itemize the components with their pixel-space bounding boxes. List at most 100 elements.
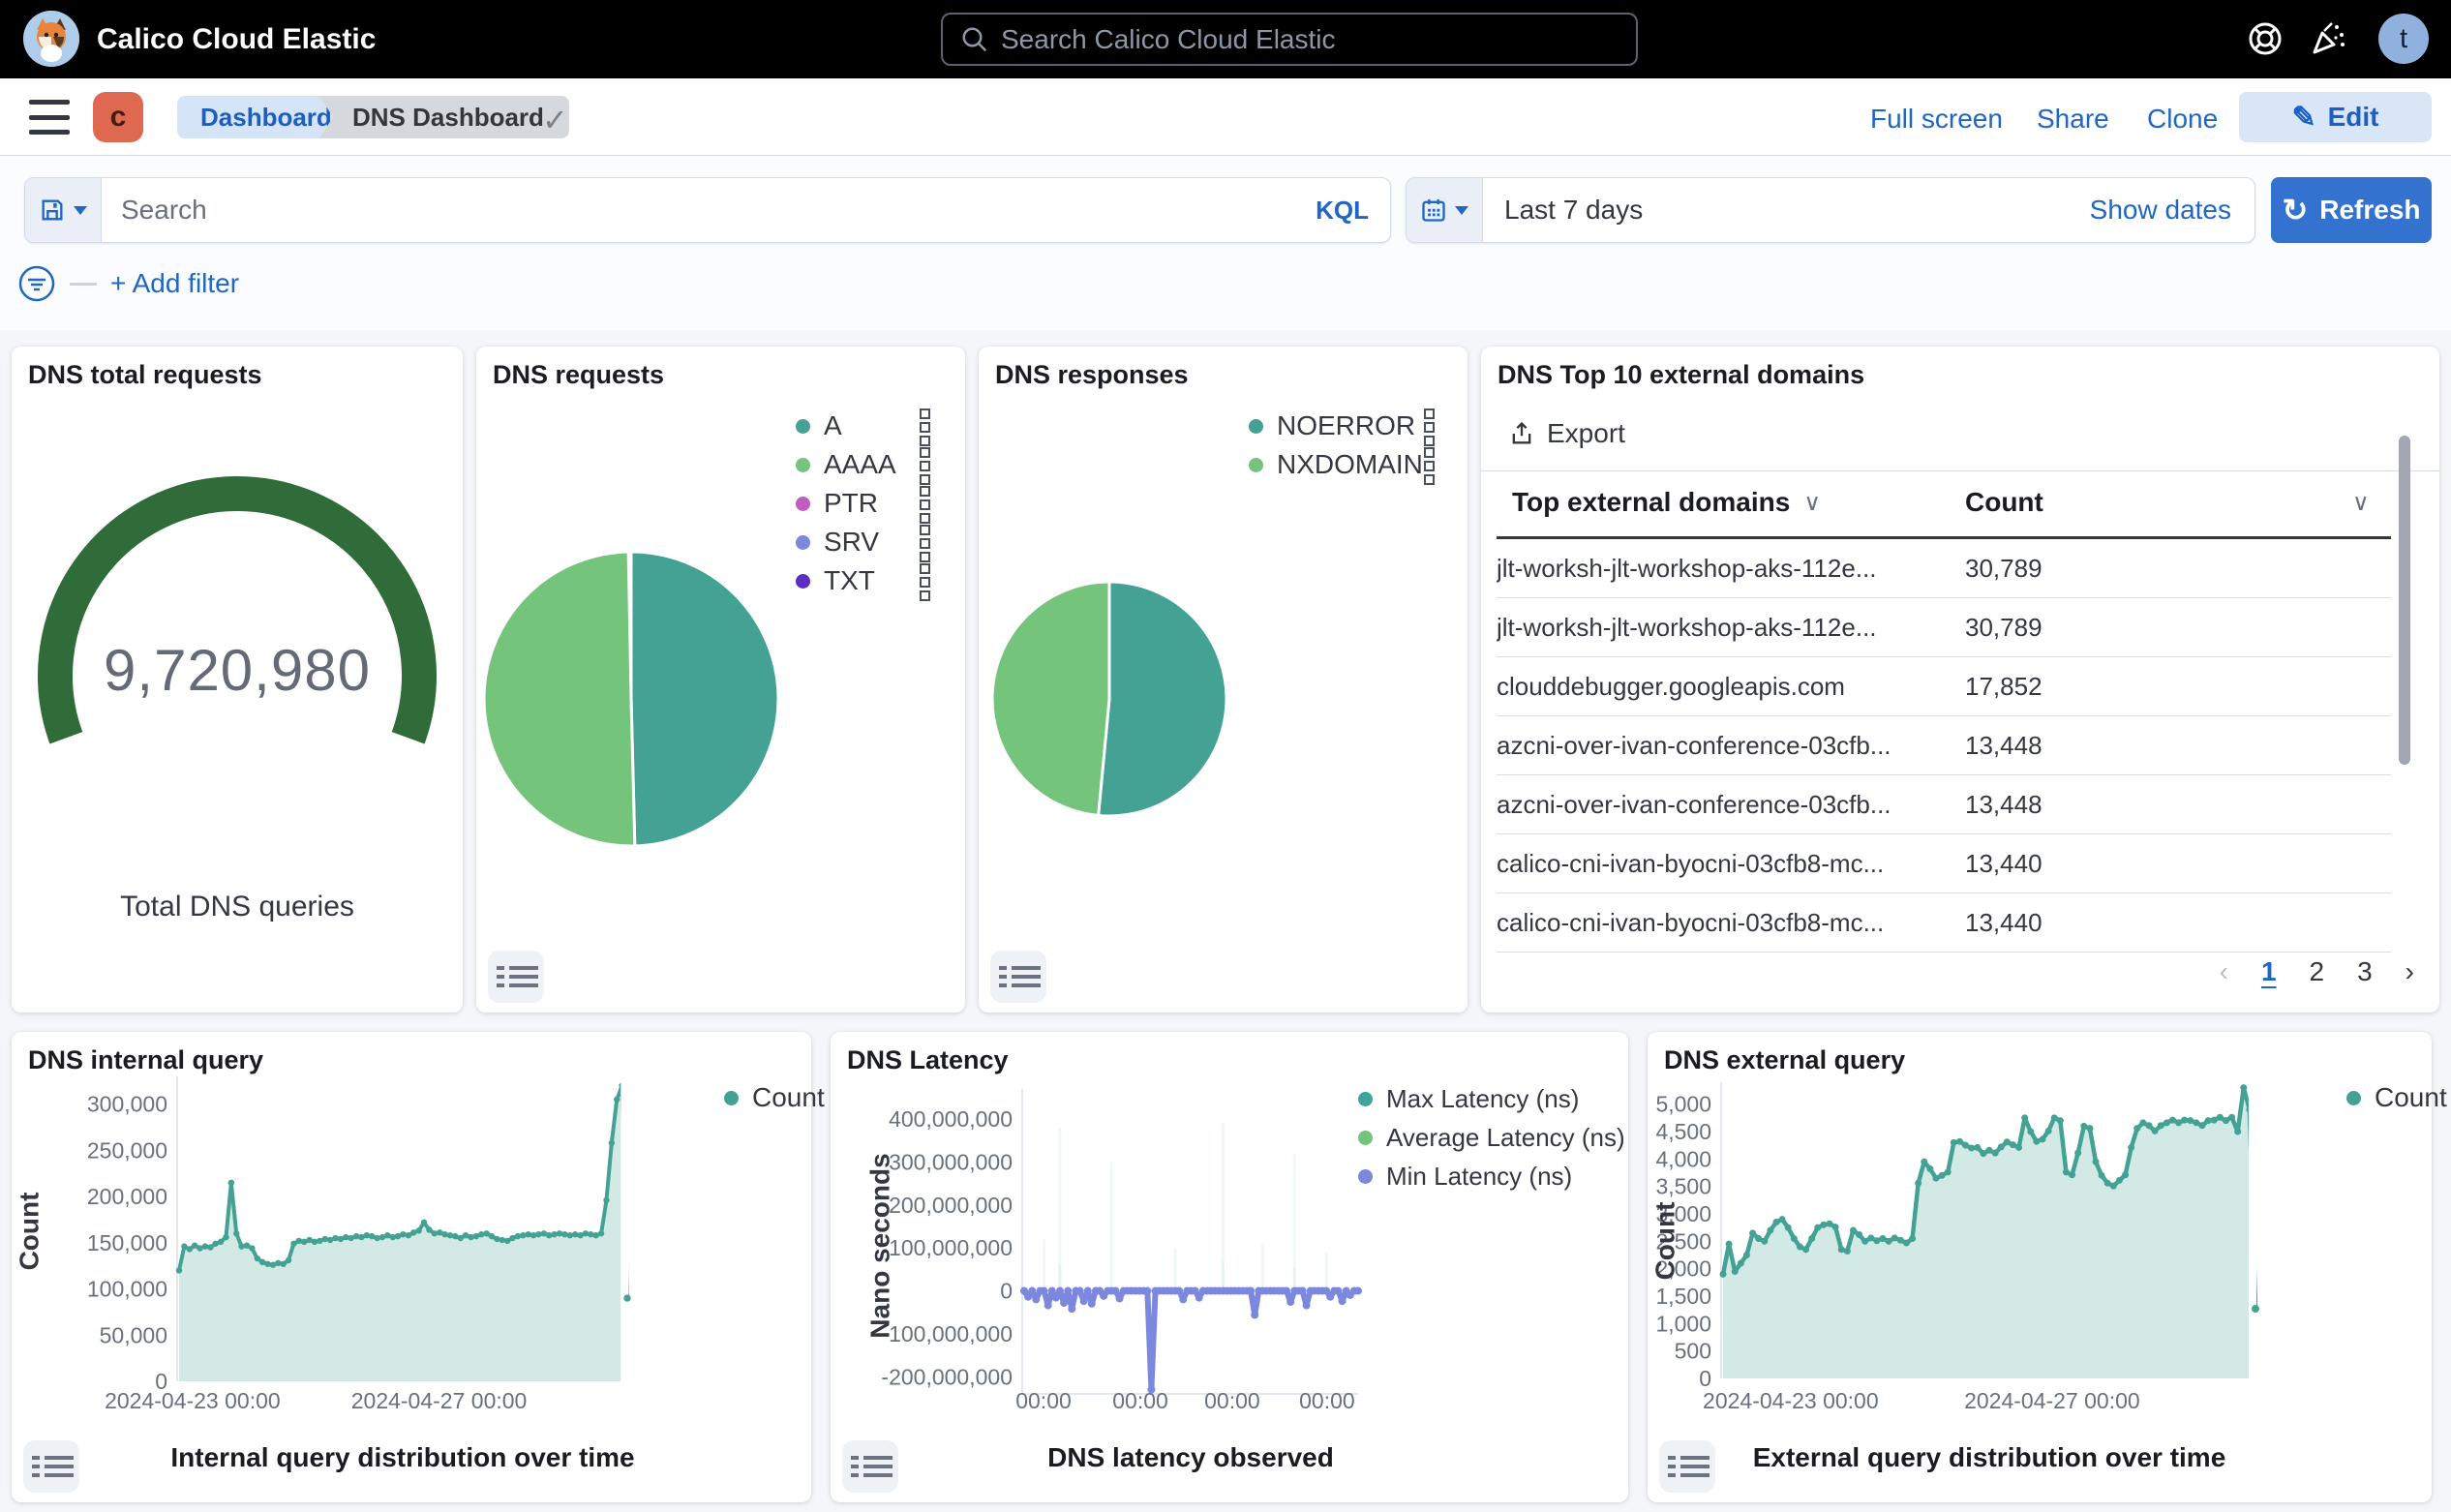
legend-list-toggle[interactable] <box>23 1440 79 1493</box>
y-axis-label: Count <box>1649 1202 1680 1281</box>
svg-text:4,500: 4,500 <box>1655 1119 1711 1144</box>
pie-chart <box>476 347 965 1013</box>
legend-actions-icon[interactable] <box>1424 447 1437 488</box>
kql-language-button[interactable]: KQL <box>1294 196 1390 226</box>
time-picker: Last 7 days Show dates <box>1406 177 2255 243</box>
legend-dot <box>796 458 810 472</box>
panel-dns-latency: DNS Latency 400,000,000300,000,000200,00… <box>831 1032 1628 1502</box>
app-title: Calico Cloud Elastic <box>97 23 376 56</box>
calico-logo[interactable] <box>23 11 79 67</box>
svg-text:250,000: 250,000 <box>87 1137 167 1163</box>
legend-item-a[interactable]: A <box>796 410 842 441</box>
add-filter-row: + Add filter <box>17 264 239 303</box>
svg-text:300,000: 300,000 <box>87 1092 167 1117</box>
legend-item-txt[interactable]: TXT <box>796 565 875 596</box>
legend-actions-icon[interactable] <box>920 525 933 565</box>
legend-list-toggle[interactable] <box>990 951 1046 1003</box>
edit-button[interactable]: ✎ Edit <box>2239 92 2432 142</box>
export-icon <box>1508 420 1535 447</box>
filter-section: KQL Last 7 days Show dates ↻ Refresh <box>0 156 2451 330</box>
chart-caption: DNS latency observed <box>1047 1442 1334 1473</box>
legend-item-count[interactable]: Count <box>724 1082 825 1113</box>
svg-text:1,000: 1,000 <box>1655 1311 1711 1336</box>
refresh-button[interactable]: ↻ Refresh <box>2271 177 2432 243</box>
full-screen-button[interactable]: Full screen <box>1870 104 2003 135</box>
pencil-icon: ✎ <box>2291 101 2315 135</box>
legend-dot <box>1249 419 1263 434</box>
calico-cat-icon <box>23 11 79 67</box>
table-row[interactable]: azcni-over-ivan-conference-03cfb... 13,4… <box>1497 716 2391 775</box>
table-row[interactable]: jlt-worksh-jlt-workshop-aks-112e... 30,7… <box>1497 539 2391 598</box>
global-search[interactable] <box>941 13 1638 66</box>
legend-list-toggle[interactable] <box>1659 1440 1715 1493</box>
legend-item-count[interactable]: Count <box>2346 1082 2447 1113</box>
pagination: ‹ 1 2 3 › <box>2220 956 2414 987</box>
menu-hamburger-icon[interactable] <box>29 100 70 135</box>
add-filter-button[interactable]: + Add filter <box>110 268 239 299</box>
legend-item-min-latency[interactable]: Min Latency (ns) <box>1358 1162 1572 1192</box>
column-sort-icon[interactable]: ∨ <box>2352 470 2370 534</box>
sort-chevron-icon: ∨ <box>1803 489 1821 517</box>
table-row[interactable]: jlt-worksh-jlt-workshop-aks-112e... 30,7… <box>1497 598 2391 657</box>
legend-dot <box>1358 1131 1373 1145</box>
filter-icon[interactable] <box>17 264 56 303</box>
dashboard-header-bar: c Dashboard DNS Dashboard ✓ Full screen … <box>0 78 2451 156</box>
saved-query-menu[interactable] <box>25 178 102 242</box>
global-search-input[interactable] <box>1001 24 1601 55</box>
legend-actions-icon[interactable] <box>920 408 933 449</box>
chart-caption: External query distribution over time <box>1753 1442 2226 1473</box>
page-3[interactable]: 3 <box>2357 956 2373 987</box>
whats-new-popper-icon[interactable] <box>2307 17 2349 60</box>
svg-text:200,000,000: 200,000,000 <box>889 1193 1013 1218</box>
share-button[interactable]: Share <box>2037 104 2109 135</box>
svg-text:2024-04-23 00:00: 2024-04-23 00:00 <box>105 1388 281 1413</box>
legend-list-toggle[interactable] <box>488 951 544 1003</box>
table-row[interactable]: calico-cni-ivan-byocni-03cfb8-mc... 13,4… <box>1497 834 2391 893</box>
clone-button[interactable]: Clone <box>2147 104 2218 135</box>
svg-text:2024-04-27 00:00: 2024-04-27 00:00 <box>1964 1388 2140 1413</box>
saved-check-icon: ✓ <box>542 102 568 138</box>
legend-actions-icon[interactable] <box>920 563 933 604</box>
legend-actions-icon[interactable] <box>920 486 933 527</box>
panel-dns-responses: DNS responses NOERROR NXDOMAIN <box>979 347 1468 1013</box>
legend-dot <box>724 1091 739 1105</box>
user-avatar[interactable]: t <box>2378 14 2429 64</box>
svg-text:200,000: 200,000 <box>87 1184 167 1209</box>
table-scrollbar[interactable] <box>2399 436 2410 765</box>
svg-text:2024-04-27 00:00: 2024-04-27 00:00 <box>351 1388 528 1413</box>
chevron-down-icon <box>1455 206 1468 215</box>
table-row[interactable]: clouddebugger.googleapis.com 17,852 <box>1497 657 2391 716</box>
svg-text:150,000: 150,000 <box>87 1230 167 1255</box>
project-badge[interactable]: c <box>93 92 143 142</box>
legend-item-nxdomain[interactable]: NXDOMAIN <box>1249 449 1423 480</box>
kql-search-input[interactable] <box>102 195 1294 226</box>
show-dates-button[interactable]: Show dates <box>2090 195 2254 226</box>
time-range-value[interactable]: Last 7 days <box>1483 195 2090 226</box>
page-2[interactable]: 2 <box>2310 956 2325 987</box>
page-1[interactable]: 1 <box>2261 956 2277 987</box>
svg-text:3,500: 3,500 <box>1655 1174 1711 1199</box>
page-prev[interactable]: ‹ <box>2220 956 2228 987</box>
legend-item-max-latency[interactable]: Max Latency (ns) <box>1358 1084 1579 1114</box>
legend-item-aaaa[interactable]: AAAA <box>796 449 896 480</box>
legend-item-ptr[interactable]: PTR <box>796 488 878 519</box>
column-header-count[interactable]: Count <box>1965 470 2043 534</box>
page-next[interactable]: › <box>2406 956 2414 987</box>
svg-text:-100,000,000: -100,000,000 <box>881 1321 1013 1346</box>
legend-item-srv[interactable]: SRV <box>796 527 879 558</box>
legend-actions-icon[interactable] <box>920 447 933 488</box>
sort-chevron-icon: ∨ <box>2352 489 2370 517</box>
column-header-domains[interactable]: Top external domains ∨ <box>1512 470 1821 534</box>
gauge-value: 9,720,980 <box>12 637 463 704</box>
y-axis-label: Count <box>14 1193 45 1271</box>
breadcrumb-current[interactable]: DNS Dashboard <box>319 96 569 138</box>
table-row[interactable]: calico-cni-ivan-byocni-03cfb8-mc... 13,4… <box>1497 893 2391 953</box>
legend-item-avg-latency[interactable]: Average Latency (ns) <box>1358 1123 1625 1153</box>
legend-list-toggle[interactable] <box>842 1440 898 1493</box>
legend-item-noerror[interactable]: NOERROR <box>1249 410 1415 441</box>
legend-actions-icon[interactable] <box>1424 408 1437 449</box>
table-row[interactable]: azcni-over-ivan-conference-03cfb... 13,4… <box>1497 775 2391 834</box>
export-button[interactable]: Export <box>1508 418 1625 449</box>
calendar-menu[interactable] <box>1407 178 1483 242</box>
help-lifering-icon[interactable] <box>2244 17 2286 60</box>
